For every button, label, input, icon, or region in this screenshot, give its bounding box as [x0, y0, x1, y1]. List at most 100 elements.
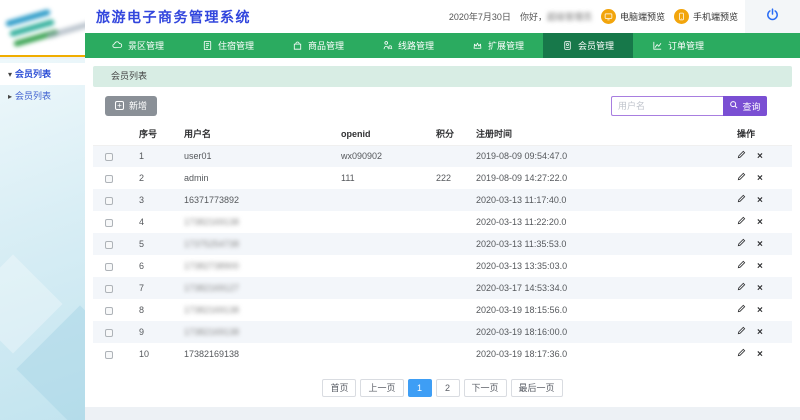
row-checkbox[interactable]	[105, 153, 113, 161]
edit-icon[interactable]	[737, 326, 746, 337]
search-icon	[729, 100, 739, 112]
cell-username: 17382169138	[178, 211, 335, 233]
logo	[0, 0, 85, 57]
edit-icon[interactable]	[737, 282, 746, 293]
column-header-0: 序号	[133, 123, 178, 145]
table-row: 9173821691382020-03-19 18:16:00.0×	[93, 321, 792, 343]
cell-checkbox	[93, 167, 133, 189]
cell-registered: 2020-03-19 18:17:36.0	[470, 343, 735, 365]
cell-openid: wx090902	[335, 145, 430, 167]
table-head: 序号用户名openid积分注册时间操作	[93, 123, 792, 145]
nav-item-label: 商品管理	[308, 39, 344, 52]
logo-image	[0, 0, 85, 55]
row-checkbox[interactable]	[105, 307, 113, 315]
sidebar: ▾会员列表▸会员列表	[0, 59, 85, 420]
nav-item-label: 订单管理	[668, 39, 704, 52]
page-button-first[interactable]: 首页	[322, 379, 356, 397]
search-button[interactable]: 查询	[723, 96, 767, 116]
cell-index: 6	[133, 255, 178, 277]
cell-openid: 111	[335, 167, 430, 189]
delete-icon[interactable]: ×	[757, 349, 763, 360]
sidebar-item-member-list-child[interactable]: ▸会员列表	[0, 85, 85, 107]
cell-openid	[335, 233, 430, 255]
cell-operations: ×	[735, 189, 792, 211]
delete-icon[interactable]: ×	[757, 261, 763, 272]
cell-operations: ×	[735, 167, 792, 189]
delete-icon[interactable]: ×	[757, 327, 763, 338]
cell-checkbox	[93, 233, 133, 255]
page-button-page-1[interactable]: 1	[408, 379, 432, 397]
search-input[interactable]	[611, 96, 723, 116]
nav-item-scenery[interactable]: 景区管理	[93, 33, 183, 58]
cell-checkbox	[93, 343, 133, 365]
row-checkbox[interactable]	[105, 197, 113, 205]
row-checkbox[interactable]	[105, 241, 113, 249]
edit-icon[interactable]	[737, 238, 746, 249]
nav-item-label: 扩展管理	[488, 39, 524, 52]
page-button-next[interactable]: 下一页	[464, 379, 507, 397]
cell-points	[430, 321, 470, 343]
cell-index: 5	[133, 233, 178, 255]
cell-username: 17375254738	[178, 233, 335, 255]
table-header-row: 序号用户名openid积分注册时间操作	[93, 123, 792, 145]
nav-item-expand[interactable]: 扩展管理	[453, 33, 543, 58]
edit-icon[interactable]	[737, 194, 746, 205]
edit-icon[interactable]	[737, 150, 746, 161]
table-row: 8173821691382020-03-19 18:15:56.0×	[93, 299, 792, 321]
page-button-prev[interactable]: 上一页	[360, 379, 403, 397]
monitor-icon	[601, 9, 616, 24]
chevron-down-icon: ▾	[8, 70, 12, 79]
nav-item-route[interactable]: 线路管理	[363, 33, 453, 58]
sidebar-item-label: 会员列表	[15, 91, 51, 101]
nav-item-member[interactable]: 会员管理	[543, 33, 633, 58]
nav-item-order[interactable]: 订单管理	[633, 33, 723, 58]
table-row: 3163717738922020-03-13 11:17:40.0×	[93, 189, 792, 211]
edit-icon[interactable]	[737, 348, 746, 359]
nav-item-lodging[interactable]: 住宿管理	[183, 33, 273, 58]
mobile-preview-label: 手机端预览	[693, 10, 738, 23]
sidebar-item-label: 会员列表	[15, 69, 51, 79]
cell-registered: 2020-03-19 18:16:00.0	[470, 321, 735, 343]
delete-icon[interactable]: ×	[757, 239, 763, 250]
delete-icon[interactable]: ×	[757, 305, 763, 316]
cell-username: user01	[178, 145, 335, 167]
cell-registered: 2020-03-17 14:53:34.0	[470, 277, 735, 299]
row-checkbox[interactable]	[105, 263, 113, 271]
edit-icon[interactable]	[737, 260, 746, 271]
cell-username: 17382738900	[178, 255, 335, 277]
mobile-preview-button[interactable]: 手机端预览	[674, 9, 738, 24]
cell-checkbox	[93, 299, 133, 321]
page-button-last[interactable]: 最后一页	[511, 379, 563, 397]
cell-index: 4	[133, 211, 178, 233]
delete-icon[interactable]: ×	[757, 173, 763, 184]
cell-checkbox	[93, 145, 133, 167]
delete-icon[interactable]: ×	[757, 217, 763, 228]
logout-button[interactable]	[745, 0, 800, 33]
delete-icon[interactable]: ×	[757, 283, 763, 294]
lodging-icon	[202, 40, 213, 51]
delete-icon[interactable]: ×	[757, 151, 763, 162]
row-checkbox[interactable]	[105, 175, 113, 183]
row-checkbox[interactable]	[105, 219, 113, 227]
row-checkbox[interactable]	[105, 285, 113, 293]
cell-points	[430, 189, 470, 211]
cell-openid	[335, 277, 430, 299]
scenery-icon	[112, 40, 123, 51]
sidebar-item-member-list[interactable]: ▾会员列表	[0, 63, 85, 85]
edit-icon[interactable]	[737, 172, 746, 183]
row-checkbox[interactable]	[105, 351, 113, 359]
edit-icon[interactable]	[737, 216, 746, 227]
cell-points	[430, 145, 470, 167]
delete-icon[interactable]: ×	[757, 195, 763, 206]
page-button-page-2[interactable]: 2	[436, 379, 460, 397]
edit-icon[interactable]	[737, 304, 746, 315]
cell-index: 10	[133, 343, 178, 365]
cell-operations: ×	[735, 277, 792, 299]
cell-index: 7	[133, 277, 178, 299]
nav-item-goods[interactable]: 商品管理	[273, 33, 363, 58]
pc-preview-button[interactable]: 电脑端预览	[601, 9, 665, 24]
column-header-3: 积分	[430, 123, 470, 145]
members-table: 序号用户名openid积分注册时间操作 1user01wx0909022019-…	[93, 123, 792, 365]
add-button[interactable]: + 新增	[105, 96, 157, 116]
row-checkbox[interactable]	[105, 329, 113, 337]
